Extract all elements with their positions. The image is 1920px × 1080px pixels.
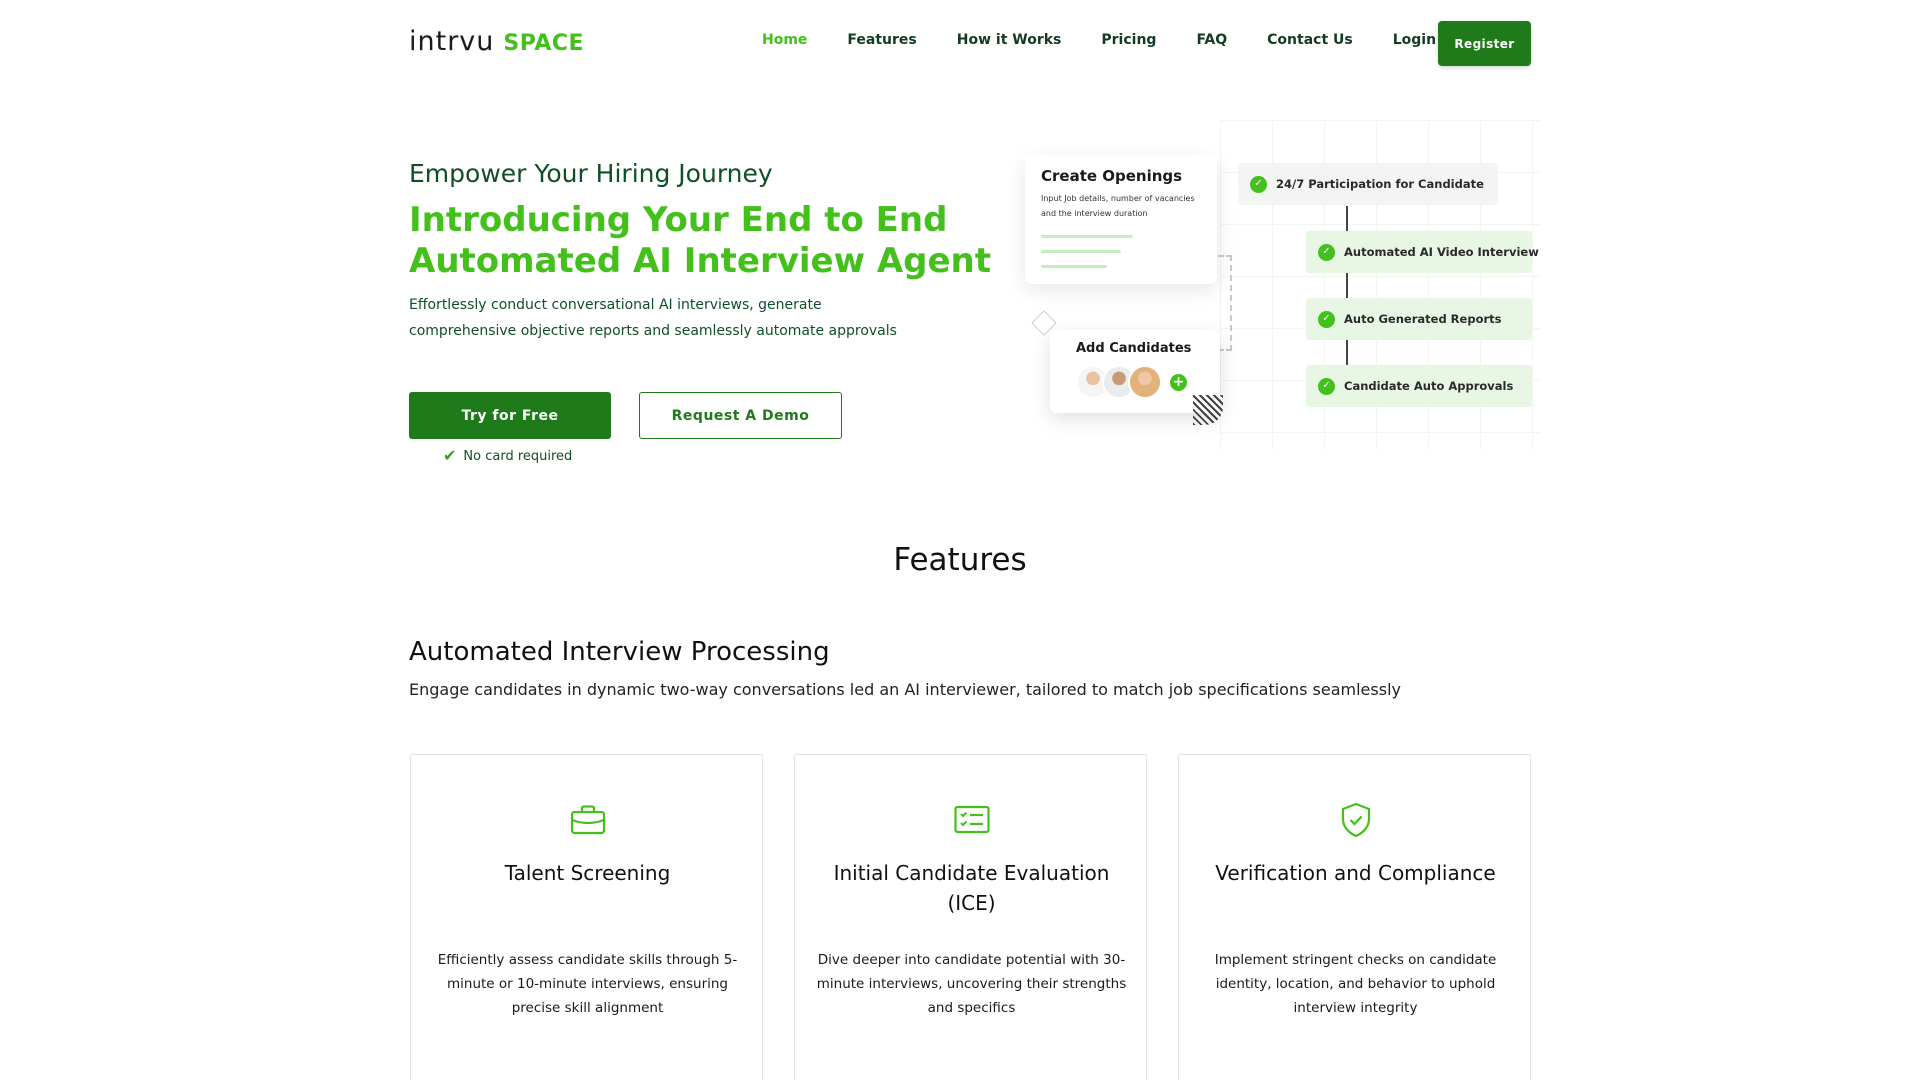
hero-title: Introducing Your End to End Automated AI… — [409, 200, 992, 281]
workflow-step-label: Automated AI Video Interview — [1344, 245, 1539, 259]
check-circle-icon: ✓ — [1318, 310, 1335, 328]
placeholder-line — [1041, 235, 1133, 238]
request-demo-button[interactable]: Request A Demo — [639, 392, 842, 439]
workflow-step: ✓ Auto Generated Reports — [1306, 298, 1532, 340]
register-button[interactable]: Register — [1438, 21, 1531, 66]
workflow-connector — [1346, 206, 1348, 231]
feature-card-ice: Initial Candidate Evaluation (ICE) Dive … — [794, 754, 1147, 1080]
add-candidates-title: Add Candidates — [1076, 341, 1192, 356]
workflow-step: ✓ Candidate Auto Approvals — [1306, 365, 1532, 407]
placeholder-line — [1041, 250, 1121, 253]
try-for-free-button[interactable]: Try for Free — [409, 392, 611, 439]
checkmark-icon: ✔ — [443, 446, 457, 465]
create-openings-subtitle: Input Job details, number of vacancies a… — [1041, 194, 1195, 218]
feature-card-title: Initial Candidate Evaluation (ICE) — [833, 861, 1110, 915]
nav-item-pricing[interactable]: Pricing — [1101, 32, 1156, 48]
workflow-connector — [1346, 340, 1348, 365]
candidate-avatars: + — [1076, 365, 1194, 399]
workflow-step-label: Candidate Auto Approvals — [1344, 379, 1514, 393]
workflow-step-label: 24/7 Participation for Candidate — [1276, 177, 1484, 191]
connector-dash — [1230, 255, 1232, 351]
hatch-decoration — [1193, 395, 1223, 425]
feature-card-description: Dive deeper into candidate potential wit… — [816, 952, 1127, 1016]
nav-item-faq[interactable]: FAQ — [1196, 32, 1227, 48]
feature-card-verification: Verification and Compliance Implement st… — [1178, 754, 1531, 1080]
check-circle-icon: ✓ — [1318, 243, 1335, 261]
no-card-note: ✔ No card required — [443, 448, 572, 464]
section-title: Automated Interview Processing — [409, 637, 830, 667]
briefcase-icon — [570, 805, 606, 835]
hero-description: Effortlessly conduct conversational AI i… — [409, 297, 897, 339]
nav-links: Home Features How it Works Pricing FAQ C… — [762, 32, 1476, 48]
shield-check-icon — [1341, 802, 1371, 838]
create-openings-card: Create Openings Input Job details, numbe… — [1025, 155, 1217, 284]
no-card-text: No card required — [463, 448, 573, 464]
check-circle-icon: ✓ — [1318, 377, 1335, 395]
workflow-step-label: Auto Generated Reports — [1344, 312, 1502, 326]
workflow-step: ✓ Automated AI Video Interview — [1306, 231, 1539, 273]
nav-item-features[interactable]: Features — [847, 32, 916, 48]
check-circle-icon: ✓ — [1250, 175, 1267, 193]
feature-card-description: Efficiently assess candidate skills thro… — [437, 952, 738, 1016]
workflow-connector — [1346, 273, 1348, 298]
nav-item-how-it-works[interactable]: How it Works — [957, 32, 1062, 48]
feature-card-title: Verification and Compliance — [1215, 861, 1496, 885]
brand-logo-main: intrvu — [409, 26, 495, 57]
workflow-step: ✓ 24/7 Participation for Candidate — [1238, 163, 1498, 205]
create-openings-title: Create Openings — [1041, 167, 1183, 185]
avatar — [1128, 365, 1162, 399]
section-subtitle: Engage candidates in dynamic two-way con… — [409, 680, 1401, 699]
feature-card-talent-screening: Talent Screening Efficiently assess cand… — [410, 754, 763, 1080]
checklist-icon — [954, 805, 990, 834]
nav-item-contact-us[interactable]: Contact Us — [1267, 32, 1353, 48]
placeholder-line — [1041, 265, 1107, 268]
hero-kicker: Empower Your Hiring Journey — [409, 159, 773, 188]
features-heading: Features — [893, 542, 1027, 578]
hero-workflow-graphic: Create Openings Input Job details, numbe… — [1010, 120, 1540, 450]
brand-logo[interactable]: intrvu SPACE — [409, 26, 585, 57]
nav-item-home[interactable]: Home — [762, 32, 807, 48]
feature-card-description: Implement stringent checks on candidate … — [1214, 952, 1497, 1016]
nav-item-login[interactable]: Login — [1393, 32, 1436, 48]
top-navbar: intrvu SPACE Home Features How it Works … — [0, 0, 1920, 86]
brand-logo-accent: SPACE — [503, 31, 585, 56]
feature-card-title: Talent Screening — [504, 861, 671, 885]
plus-icon: + — [1170, 373, 1187, 391]
